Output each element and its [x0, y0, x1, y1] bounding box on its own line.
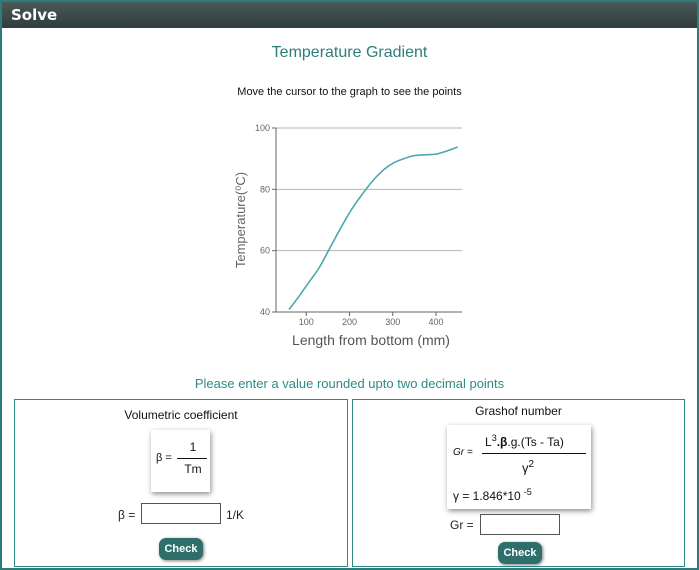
check-gr-button[interactable]: Check — [498, 542, 542, 564]
check-beta-button[interactable]: Check — [159, 538, 203, 560]
beta-formula-card: β = 1 Tm — [151, 430, 210, 492]
chart-axes — [275, 128, 462, 313]
window-title: Solve — [2, 2, 697, 28]
x-tick-label: 100 — [299, 317, 314, 327]
x-axis-label: Length from bottom (mm) — [292, 332, 450, 348]
fraction-line — [177, 458, 207, 459]
y-tick-label: 80 — [260, 184, 270, 194]
y-axis-label: Temperature(⁰C) — [233, 172, 248, 268]
beta-unit: 1/K — [226, 508, 245, 522]
gr-input-label: Gr = — [450, 518, 474, 532]
formula-lhs: Gr = — [453, 447, 473, 458]
page-title: Temperature Gradient — [271, 44, 428, 61]
formula-denominator: γ2 — [522, 459, 534, 475]
chart-instruction: Move the cursor to the graph to see the … — [237, 86, 462, 98]
formula-denominator: Tm — [184, 462, 202, 476]
rounding-prompt: Please enter a value rounded upto two de… — [194, 376, 505, 391]
gr-input[interactable] — [480, 514, 560, 535]
numerator-l: L — [485, 435, 492, 449]
numerator-rest: .g.(Ts - Ta) — [507, 435, 564, 449]
denominator-exponent: 2 — [528, 459, 535, 470]
y-tick-label: 40 — [260, 307, 270, 317]
formula-lhs: β = — [156, 452, 172, 464]
y-tick-label: 60 — [260, 246, 270, 256]
grashof-formula-card: Gr = L3.β.g.(Ts - Ta) γ2 γ = 1.846*10 -5 — [447, 425, 591, 509]
chart-grid — [276, 127, 462, 313]
fraction-line — [482, 453, 586, 454]
x-tick-label: 300 — [385, 317, 400, 327]
panel-title: Grashof number — [475, 404, 562, 418]
gamma-value: γ = 1.846*10 -5 — [453, 487, 532, 503]
formula-numerator: L3.β.g.(Ts - Ta) — [485, 433, 564, 449]
temperature-chart[interactable]: 40 60 80 100 100 200 300 400 Temperature(⁰C) Le… — [226, 112, 476, 357]
gamma-text: γ = 1.846*10 — [453, 489, 521, 503]
beta-input[interactable] — [141, 503, 221, 524]
panel-title: Volumetric coefficient — [124, 408, 238, 422]
gamma-exponent: -5 — [523, 487, 532, 497]
temperature-series-line[interactable] — [288, 146, 458, 310]
y-tick-label: 100 — [255, 123, 270, 133]
x-tick-label: 200 — [342, 317, 357, 327]
x-tick-label: 400 — [429, 317, 444, 327]
grashof-number-panel: Grashof number Gr = L3.β.g.(Ts - Ta) γ2 … — [352, 399, 685, 567]
beta-input-label: β = — [118, 508, 136, 522]
formula-numerator: 1 — [189, 440, 197, 454]
numerator-beta: .β — [496, 435, 508, 449]
volumetric-coefficient-panel: Volumetric coefficient β = 1 Tm β = 1/K … — [14, 399, 348, 567]
